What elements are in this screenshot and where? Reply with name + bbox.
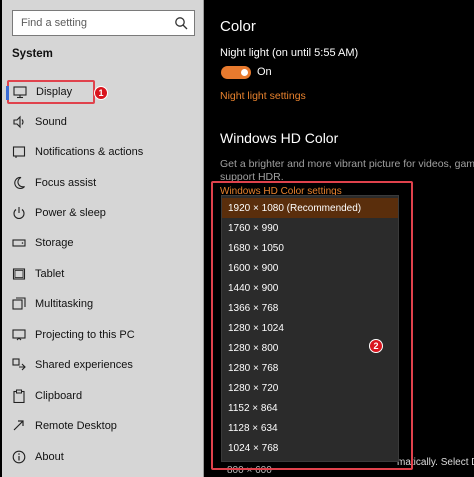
sidebar-item-label: Storage	[35, 237, 74, 249]
notification-icon	[12, 146, 26, 158]
share-icon	[12, 358, 26, 371]
night-light-settings-link[interactable]: Night light settings	[220, 90, 306, 102]
hd-color-heading: Windows HD Color	[220, 130, 339, 146]
speaker-icon	[13, 115, 24, 129]
resolution-option[interactable]: 1680 × 1050	[222, 238, 398, 258]
resolution-option[interactable]: 1128 × 634	[222, 418, 398, 438]
info-icon	[12, 450, 26, 464]
sidebar-item-label: Multitasking	[35, 298, 94, 310]
storage-icon	[12, 239, 26, 247]
sidebar-item-projecting[interactable]: Projecting to this PC	[8, 323, 198, 347]
projector-icon	[12, 329, 26, 341]
multitasking-icon	[12, 297, 26, 310]
sidebar-item-label: Shared experiences	[35, 359, 133, 371]
sidebar-item-remote-desktop[interactable]: Remote Desktop	[8, 414, 198, 438]
night-light-label: Night light (on until 5:55 AM)	[220, 47, 359, 59]
sidebar-item-clipboard[interactable]: Clipboard	[8, 384, 198, 408]
tablet-icon	[12, 268, 26, 280]
sidebar-item-power-sleep[interactable]: Power & sleep	[8, 201, 198, 225]
resolution-option[interactable]: 1280 × 720	[222, 378, 398, 398]
resolution-option[interactable]: 1280 × 1024	[222, 318, 398, 338]
moon-icon	[14, 176, 25, 189]
remote-desktop-icon	[13, 420, 24, 431]
sidebar-item-label: Notifications & actions	[35, 146, 144, 158]
sidebar-item-focus-assist[interactable]: Focus assist	[8, 171, 198, 195]
resolution-option[interactable]: 1366 × 768	[222, 298, 398, 318]
resolution-option[interactable]: 1440 × 900	[222, 278, 398, 298]
sidebar-item-about[interactable]: About	[8, 445, 198, 469]
resolution-option[interactable]: 1152 × 864	[222, 398, 398, 418]
search-placeholder: Find a setting	[21, 17, 88, 29]
toggle-state-label: On	[257, 66, 272, 78]
sidebar-item-label: Clipboard	[35, 390, 83, 402]
step-badge-2: 2	[369, 339, 383, 353]
sidebar-item-shared-experiences[interactable]: Shared experiences	[8, 353, 198, 377]
settings-sidebar: Find a setting System Display 1 Sound No…	[2, 0, 204, 477]
color-heading: Color	[220, 18, 256, 35]
search-icon	[175, 17, 188, 30]
clipboard-icon	[13, 389, 25, 403]
monitor-icon	[13, 86, 27, 99]
sidebar-item-label: About	[35, 451, 64, 463]
sidebar-item-label: Focus assist	[35, 177, 97, 189]
sidebar-item-notifications[interactable]: Notifications & actions	[8, 140, 198, 164]
section-title: System	[12, 48, 53, 60]
resolution-option[interactable]: 1920 × 1080 (Recommended)	[222, 198, 398, 218]
step-badge-1: 1	[94, 86, 108, 100]
sidebar-item-label: Projecting to this PC	[35, 329, 135, 341]
resolution-option[interactable]: 1280 × 768	[222, 358, 398, 378]
resolution-option[interactable]: 1024 × 768	[222, 438, 398, 458]
hd-desc-line1: Get a brighter and more vibrant picture …	[220, 158, 474, 170]
resolution-dropdown-menu[interactable]: 1920 × 1080 (Recommended) 1760 × 990 168…	[221, 195, 399, 462]
night-light-toggle[interactable]	[221, 66, 251, 79]
sidebar-item-label: Sound	[35, 116, 67, 128]
sidebar-item-multitasking[interactable]: Multitasking	[8, 292, 198, 316]
sidebar-item-label: Display	[36, 86, 73, 98]
sidebar-item-tablet[interactable]: Tablet	[8, 262, 198, 286]
resolution-option[interactable]: 1600 × 900	[222, 258, 398, 278]
sidebar-item-label: Power & sleep	[35, 207, 106, 219]
power-icon	[13, 207, 25, 220]
resolution-option[interactable]: 1760 × 990	[222, 218, 398, 238]
sidebar-item-sound[interactable]: Sound	[8, 110, 198, 134]
sidebar-item-storage[interactable]: Storage	[8, 231, 198, 255]
sidebar-item-display[interactable]: Display	[6, 80, 95, 104]
sidebar-item-label: Remote Desktop	[35, 420, 117, 432]
sidebar-item-label: Tablet	[35, 268, 65, 280]
search-input[interactable]: Find a setting	[12, 10, 195, 36]
